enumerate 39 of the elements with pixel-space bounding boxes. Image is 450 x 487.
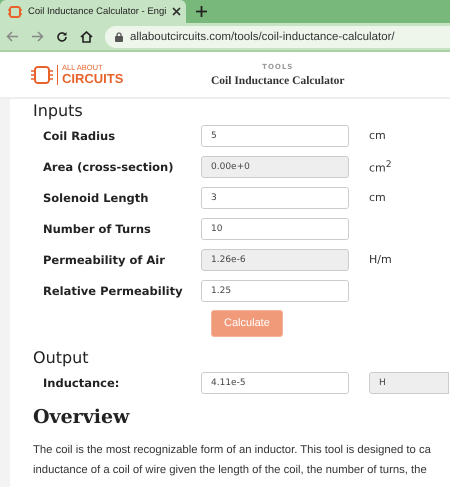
paragraph-line: inductance of a coil of wire given the length of the coil, the number of turns, the [33, 463, 427, 478]
field-label: Coil Radius [42, 128, 116, 142]
section-heading: Inputs [33, 101, 83, 120]
page-title: Coil Inductance Calculator [211, 74, 345, 86]
input-field[interactable]: 1.25 [201, 280, 349, 302]
input-field[interactable]: 10 [201, 218, 349, 240]
readonly-field: 1.26e-6 [201, 248, 349, 270]
reload-icon[interactable] [56, 30, 68, 42]
chip-logo-icon [31, 64, 53, 84]
field-label: Inductance: [42, 376, 120, 390]
unit-label: cm$^{2}$ [369, 158, 392, 174]
paragraph-line: The coil is the most recognizable form of an inductor. This tool is designed to ca [33, 443, 431, 458]
unit-label: cm [369, 129, 386, 142]
url-text: allaboutcircuits.com/tools/coil-inductance-calculator/ [130, 30, 395, 42]
output-field: 4.11e-5 [201, 372, 349, 394]
field-label: Number of Turns [42, 222, 152, 236]
home-icon[interactable] [80, 30, 93, 42]
field-label: Permeability of Air [42, 252, 166, 266]
section-heading: Overview [33, 406, 130, 428]
unit-label: cm [369, 191, 386, 204]
unit-field: H [369, 372, 449, 394]
input-field[interactable]: 5 [201, 124, 349, 146]
browser-tab[interactable]: Coil Inductance Calculator - Engi [0, 0, 186, 23]
address-bar[interactable]: allaboutcircuits.com/tools/coil-inductance-calculator/ [105, 26, 450, 48]
unit-label: H/m [369, 253, 392, 266]
field-label: Solenoid Length [42, 190, 150, 204]
field-label: Relative Permeability [42, 284, 184, 298]
input-field[interactable]: 3 [201, 186, 349, 208]
logo-text: CIRCUITS [62, 72, 124, 85]
forward-arrow-icon[interactable] [31, 31, 44, 42]
close-icon[interactable] [172, 7, 182, 16]
back-arrow-icon[interactable] [6, 31, 19, 42]
chip-icon [8, 6, 22, 18]
new-tab-icon[interactable] [196, 6, 207, 17]
tab-title: Coil Inductance Calculator - Engi [28, 6, 166, 17]
readonly-field: 0.00e+0 [201, 156, 349, 178]
section-heading: Output [33, 348, 89, 367]
lock-icon [115, 32, 123, 42]
field-label: Area (cross-section) [42, 160, 174, 174]
